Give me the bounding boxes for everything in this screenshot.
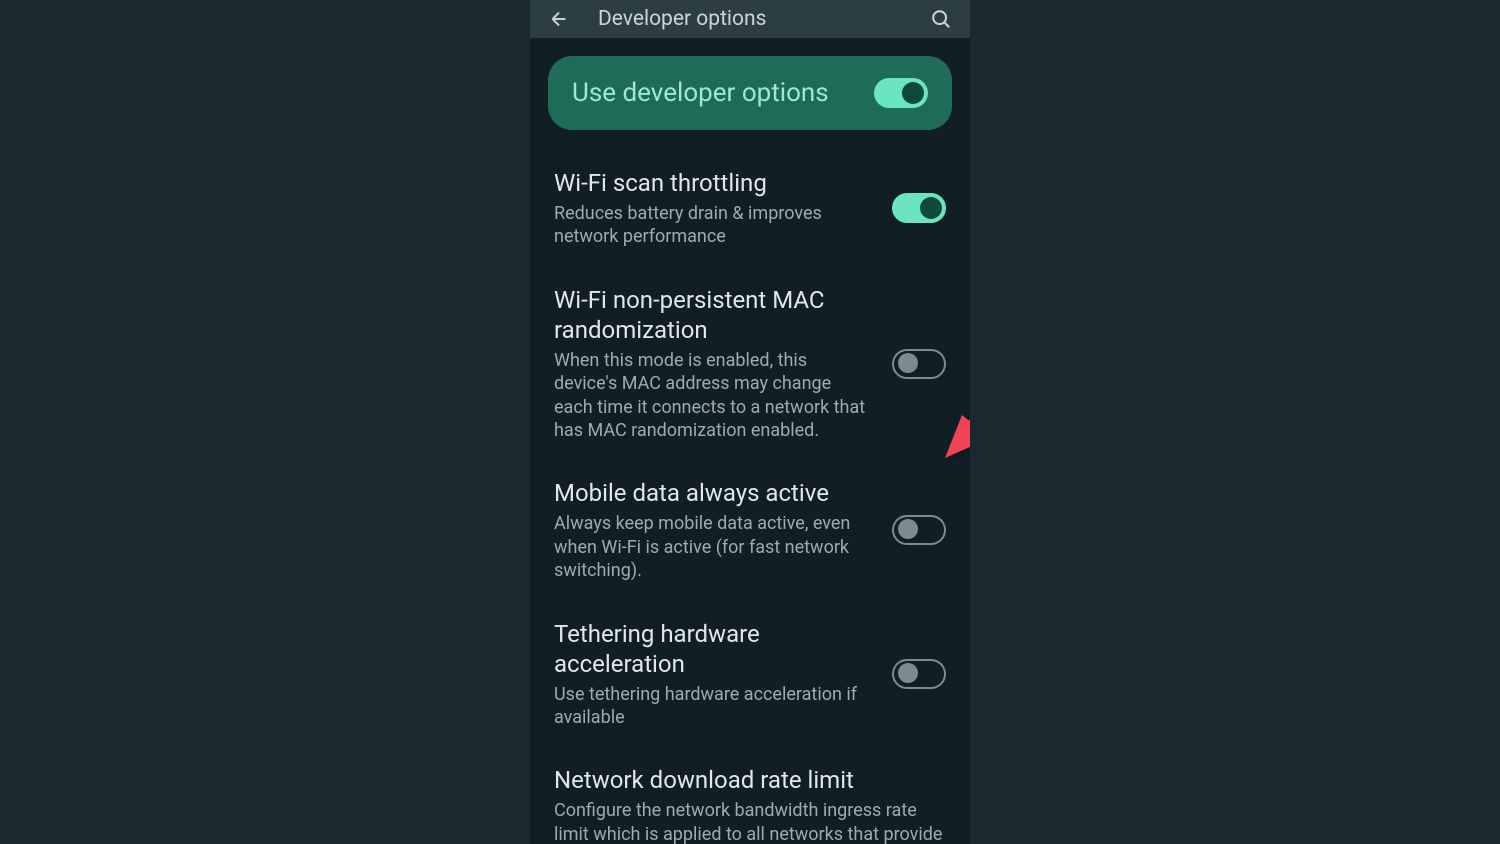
arrow-left-icon bbox=[548, 8, 570, 30]
search-icon bbox=[930, 8, 952, 30]
toggle-knob bbox=[898, 353, 918, 373]
phone-screen: Developer options Use developer options … bbox=[530, 0, 970, 844]
search-button[interactable] bbox=[930, 8, 952, 30]
wifi-mac-randomization-toggle[interactable] bbox=[892, 349, 946, 379]
setting-desc: Configure the network bandwidth ingress … bbox=[554, 799, 946, 844]
use-developer-options-card[interactable]: Use developer options bbox=[548, 56, 952, 130]
setting-title: Wi-Fi non-persistent MAC randomization bbox=[554, 285, 874, 345]
app-bar: Developer options bbox=[530, 0, 970, 38]
setting-desc: Always keep mobile data active, even whe… bbox=[554, 512, 874, 582]
hero-title: Use developer options bbox=[572, 78, 829, 108]
toggle-knob bbox=[898, 663, 918, 683]
back-button[interactable] bbox=[548, 8, 570, 30]
setting-wifi-mac-randomization[interactable]: Wi-Fi non-persistent MAC randomization W… bbox=[548, 267, 952, 461]
setting-desc: Use tethering hardware acceleration if a… bbox=[554, 683, 874, 730]
tethering-hardware-acceleration-toggle[interactable] bbox=[892, 659, 946, 689]
setting-mobile-data-always-active[interactable]: Mobile data always active Always keep mo… bbox=[548, 460, 952, 600]
setting-title: Network download rate limit bbox=[554, 765, 946, 795]
setting-wifi-scan-throttling[interactable]: Wi-Fi scan throttling Reduces battery dr… bbox=[548, 150, 952, 267]
setting-desc: When this mode is enabled, this device's… bbox=[554, 349, 874, 443]
setting-tethering-hardware-acceleration[interactable]: Tethering hardware acceleration Use teth… bbox=[548, 601, 952, 748]
toggle-knob bbox=[902, 82, 924, 104]
setting-text: Network download rate limit Configure th… bbox=[554, 765, 946, 844]
setting-title: Tethering hardware acceleration bbox=[554, 619, 874, 679]
setting-text: Mobile data always active Always keep mo… bbox=[554, 478, 874, 582]
setting-title: Wi-Fi scan throttling bbox=[554, 168, 874, 198]
toggle-knob bbox=[920, 197, 942, 219]
use-developer-options-toggle[interactable] bbox=[874, 78, 928, 108]
setting-network-download-rate-limit[interactable]: Network download rate limit Configure th… bbox=[548, 747, 952, 844]
page-title: Developer options bbox=[598, 7, 902, 31]
setting-desc: Reduces battery drain & improves network… bbox=[554, 202, 874, 249]
wifi-scan-throttling-toggle[interactable] bbox=[892, 193, 946, 223]
toggle-knob bbox=[898, 519, 918, 539]
setting-text: Wi-Fi non-persistent MAC randomization W… bbox=[554, 285, 874, 443]
settings-content: Use developer options Wi-Fi scan throttl… bbox=[530, 38, 970, 844]
mobile-data-always-active-toggle[interactable] bbox=[892, 515, 946, 545]
setting-text: Tethering hardware acceleration Use teth… bbox=[554, 619, 874, 730]
setting-title: Mobile data always active bbox=[554, 478, 874, 508]
setting-text: Wi-Fi scan throttling Reduces battery dr… bbox=[554, 168, 874, 249]
